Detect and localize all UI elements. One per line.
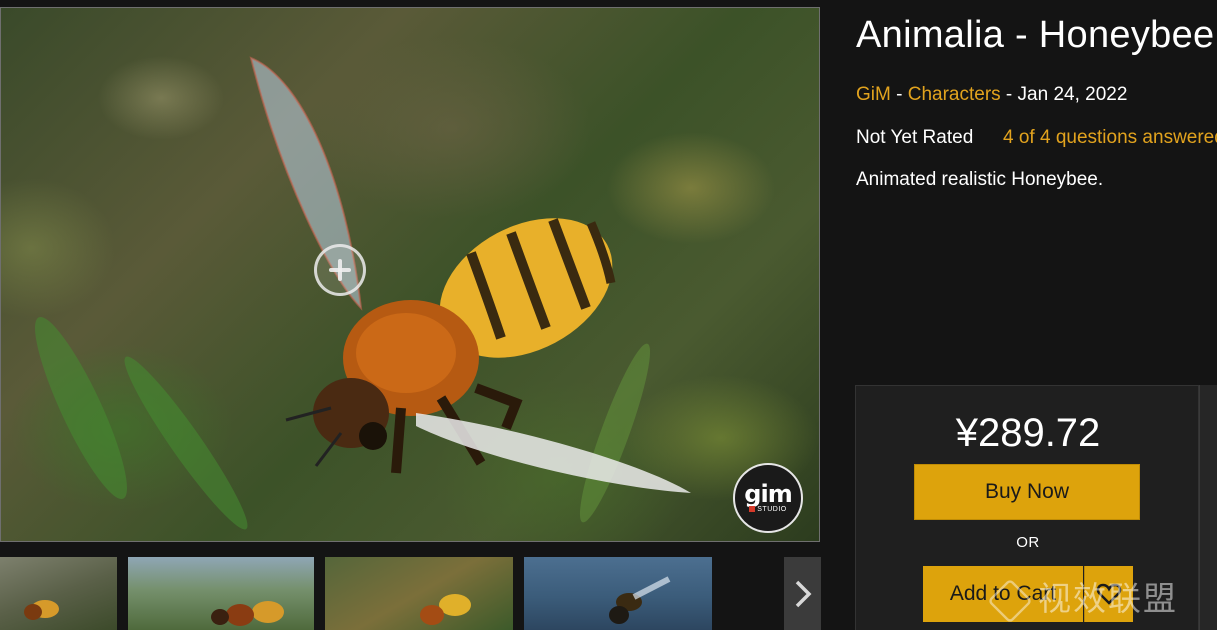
site-watermark: 视效联盟 xyxy=(987,572,1178,624)
watermark-text: 视效联盟 xyxy=(1038,579,1178,618)
bee-thumbnail-image xyxy=(420,594,471,625)
zoom-in-icon xyxy=(329,259,351,281)
release-date: - Jan 24, 2022 xyxy=(1000,84,1128,105)
logo-word: gim xyxy=(744,480,792,508)
or-label: OR xyxy=(1016,534,1040,551)
meta-separator: - xyxy=(890,84,908,105)
price: ¥289.72 xyxy=(955,411,1101,455)
purchase-box-edge xyxy=(1199,385,1217,630)
product-meta: GiM - Characters - Jan 24, 2022 xyxy=(856,84,1127,106)
logo-sub: STUDIO xyxy=(749,506,786,513)
bee-thumbnail-image xyxy=(211,601,284,626)
product-title: Animalia - Honeybee xyxy=(856,14,1215,56)
product-description: Animated realistic Honeybee. xyxy=(856,169,1104,190)
rating-status: Not Yet Rated xyxy=(856,127,974,148)
publisher-link[interactable]: GiM xyxy=(856,84,891,105)
watermark-logo-icon xyxy=(987,577,1033,624)
gallery-thumbnail-1[interactable] xyxy=(0,557,117,630)
gim-studio-logo: gim STUDIO xyxy=(733,463,803,533)
buy-now-button[interactable]: Buy Now xyxy=(914,464,1140,520)
zoom-in-button[interactable] xyxy=(314,244,366,296)
honeybee-illustration xyxy=(249,56,691,493)
gallery-next-button[interactable] xyxy=(784,557,821,630)
gallery-thumbnail-2[interactable] xyxy=(128,557,314,630)
main-product-image[interactable]: gim STUDIO xyxy=(0,7,820,542)
category-link[interactable]: Characters xyxy=(908,84,1001,105)
gallery-thumbnail-3[interactable] xyxy=(325,557,513,630)
bee-thumbnail-image xyxy=(24,600,59,620)
bee-thumbnail-image xyxy=(609,576,671,624)
chevron-right-icon xyxy=(795,580,811,607)
questions-link[interactable]: 4 of 4 questions answered xyxy=(1003,127,1217,149)
gallery-thumbnail-4[interactable] xyxy=(524,557,712,630)
